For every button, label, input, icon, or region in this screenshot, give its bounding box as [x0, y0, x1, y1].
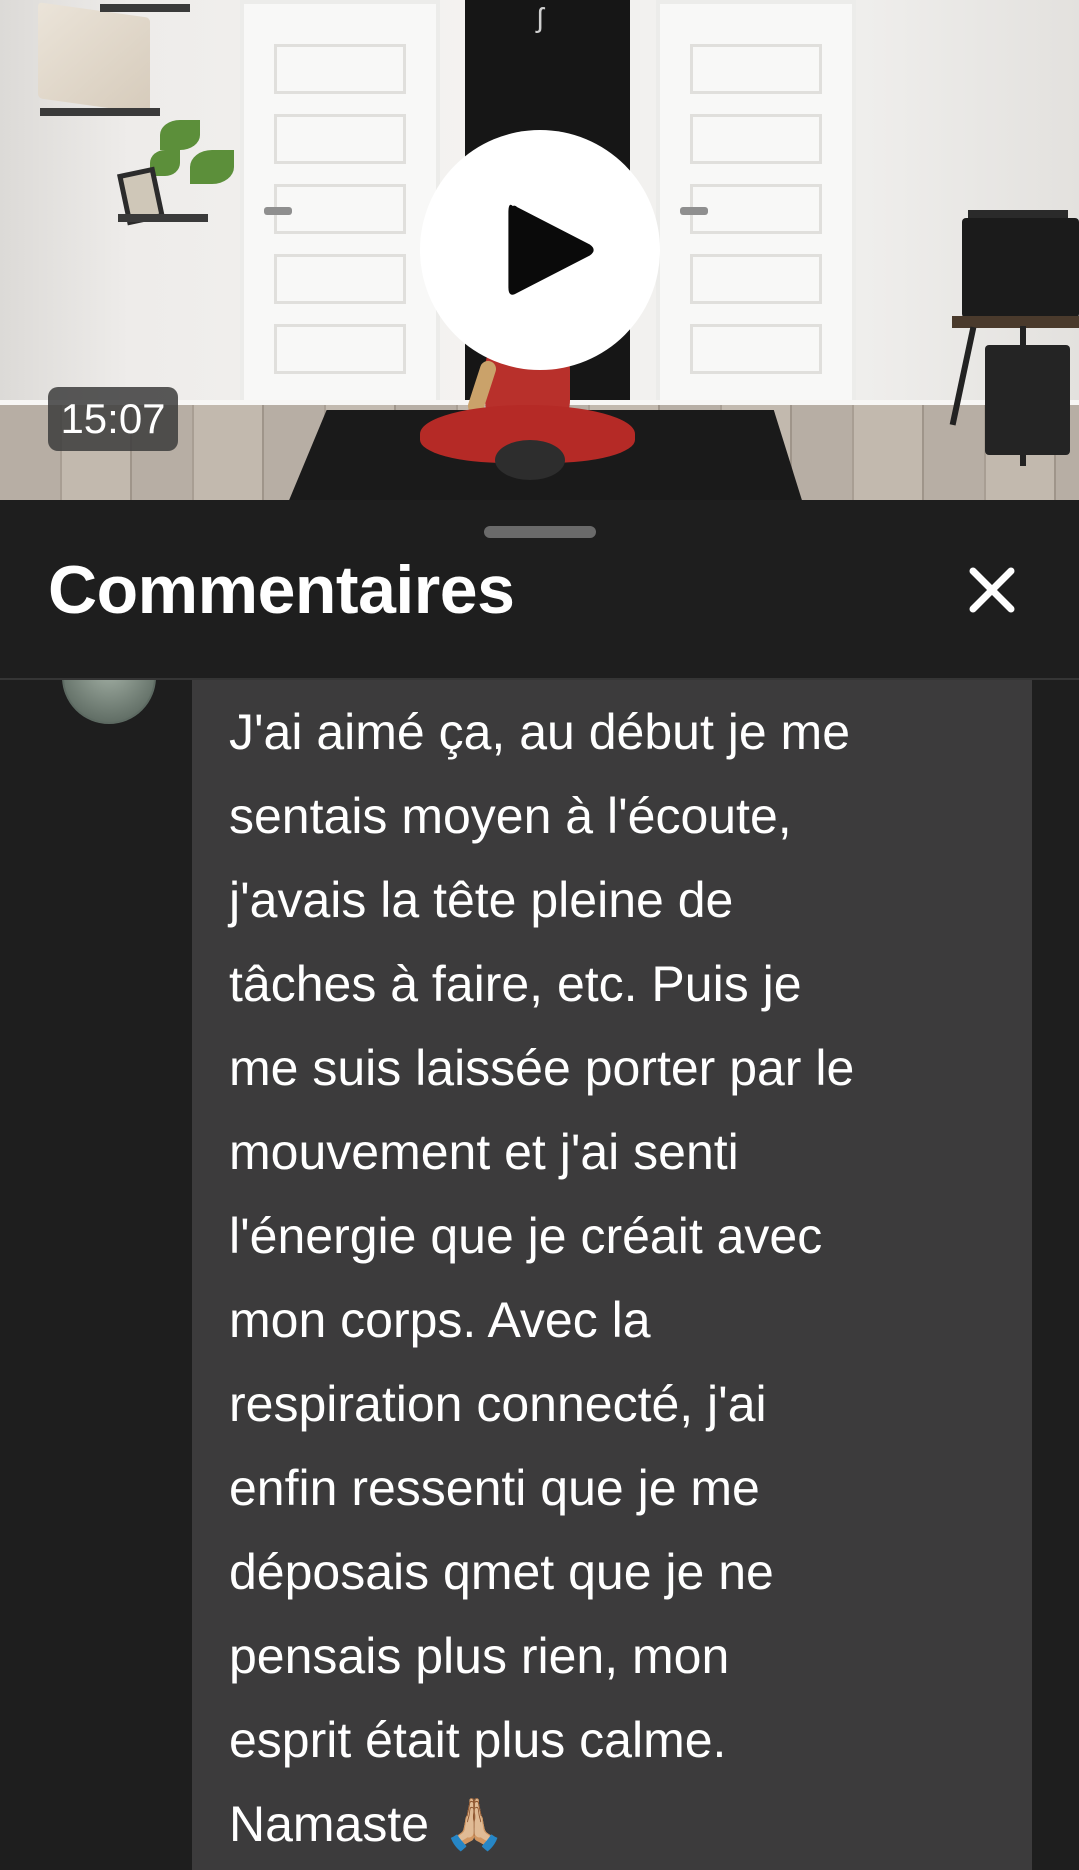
play-icon [508, 204, 594, 295]
banner-logo: ʃ [537, 2, 544, 33]
plant-leaf [190, 150, 234, 184]
comment-list[interactable]: J'ai aimé ça, au début je me sentais moy… [0, 680, 1079, 1870]
close-icon [969, 567, 1015, 613]
comment-item[interactable]: J'ai aimé ça, au début je me sentais moy… [192, 680, 1032, 1870]
avatar[interactable] [62, 680, 156, 724]
left-door [240, 0, 440, 410]
close-button[interactable] [960, 558, 1024, 622]
right-door [656, 0, 856, 410]
printer [962, 218, 1079, 318]
speaker [985, 345, 1070, 455]
comment-text: J'ai aimé ça, au début je me sentais moy… [229, 704, 855, 1852]
wall-shelf [40, 108, 160, 116]
video-duration-badge: 15:07 [48, 387, 178, 451]
person-feet [495, 440, 565, 480]
play-button[interactable] [420, 130, 660, 370]
wall-shelf [100, 4, 190, 12]
video-player[interactable]: ʃ 15:07 [0, 0, 1079, 500]
comments-title: Commentaires [48, 552, 515, 628]
wall-shelf [118, 214, 208, 222]
plant-leaf [160, 120, 200, 150]
shelf-artwork [38, 2, 150, 114]
comments-header: Commentaires [0, 500, 1079, 680]
sheet-drag-handle[interactable] [484, 526, 596, 538]
